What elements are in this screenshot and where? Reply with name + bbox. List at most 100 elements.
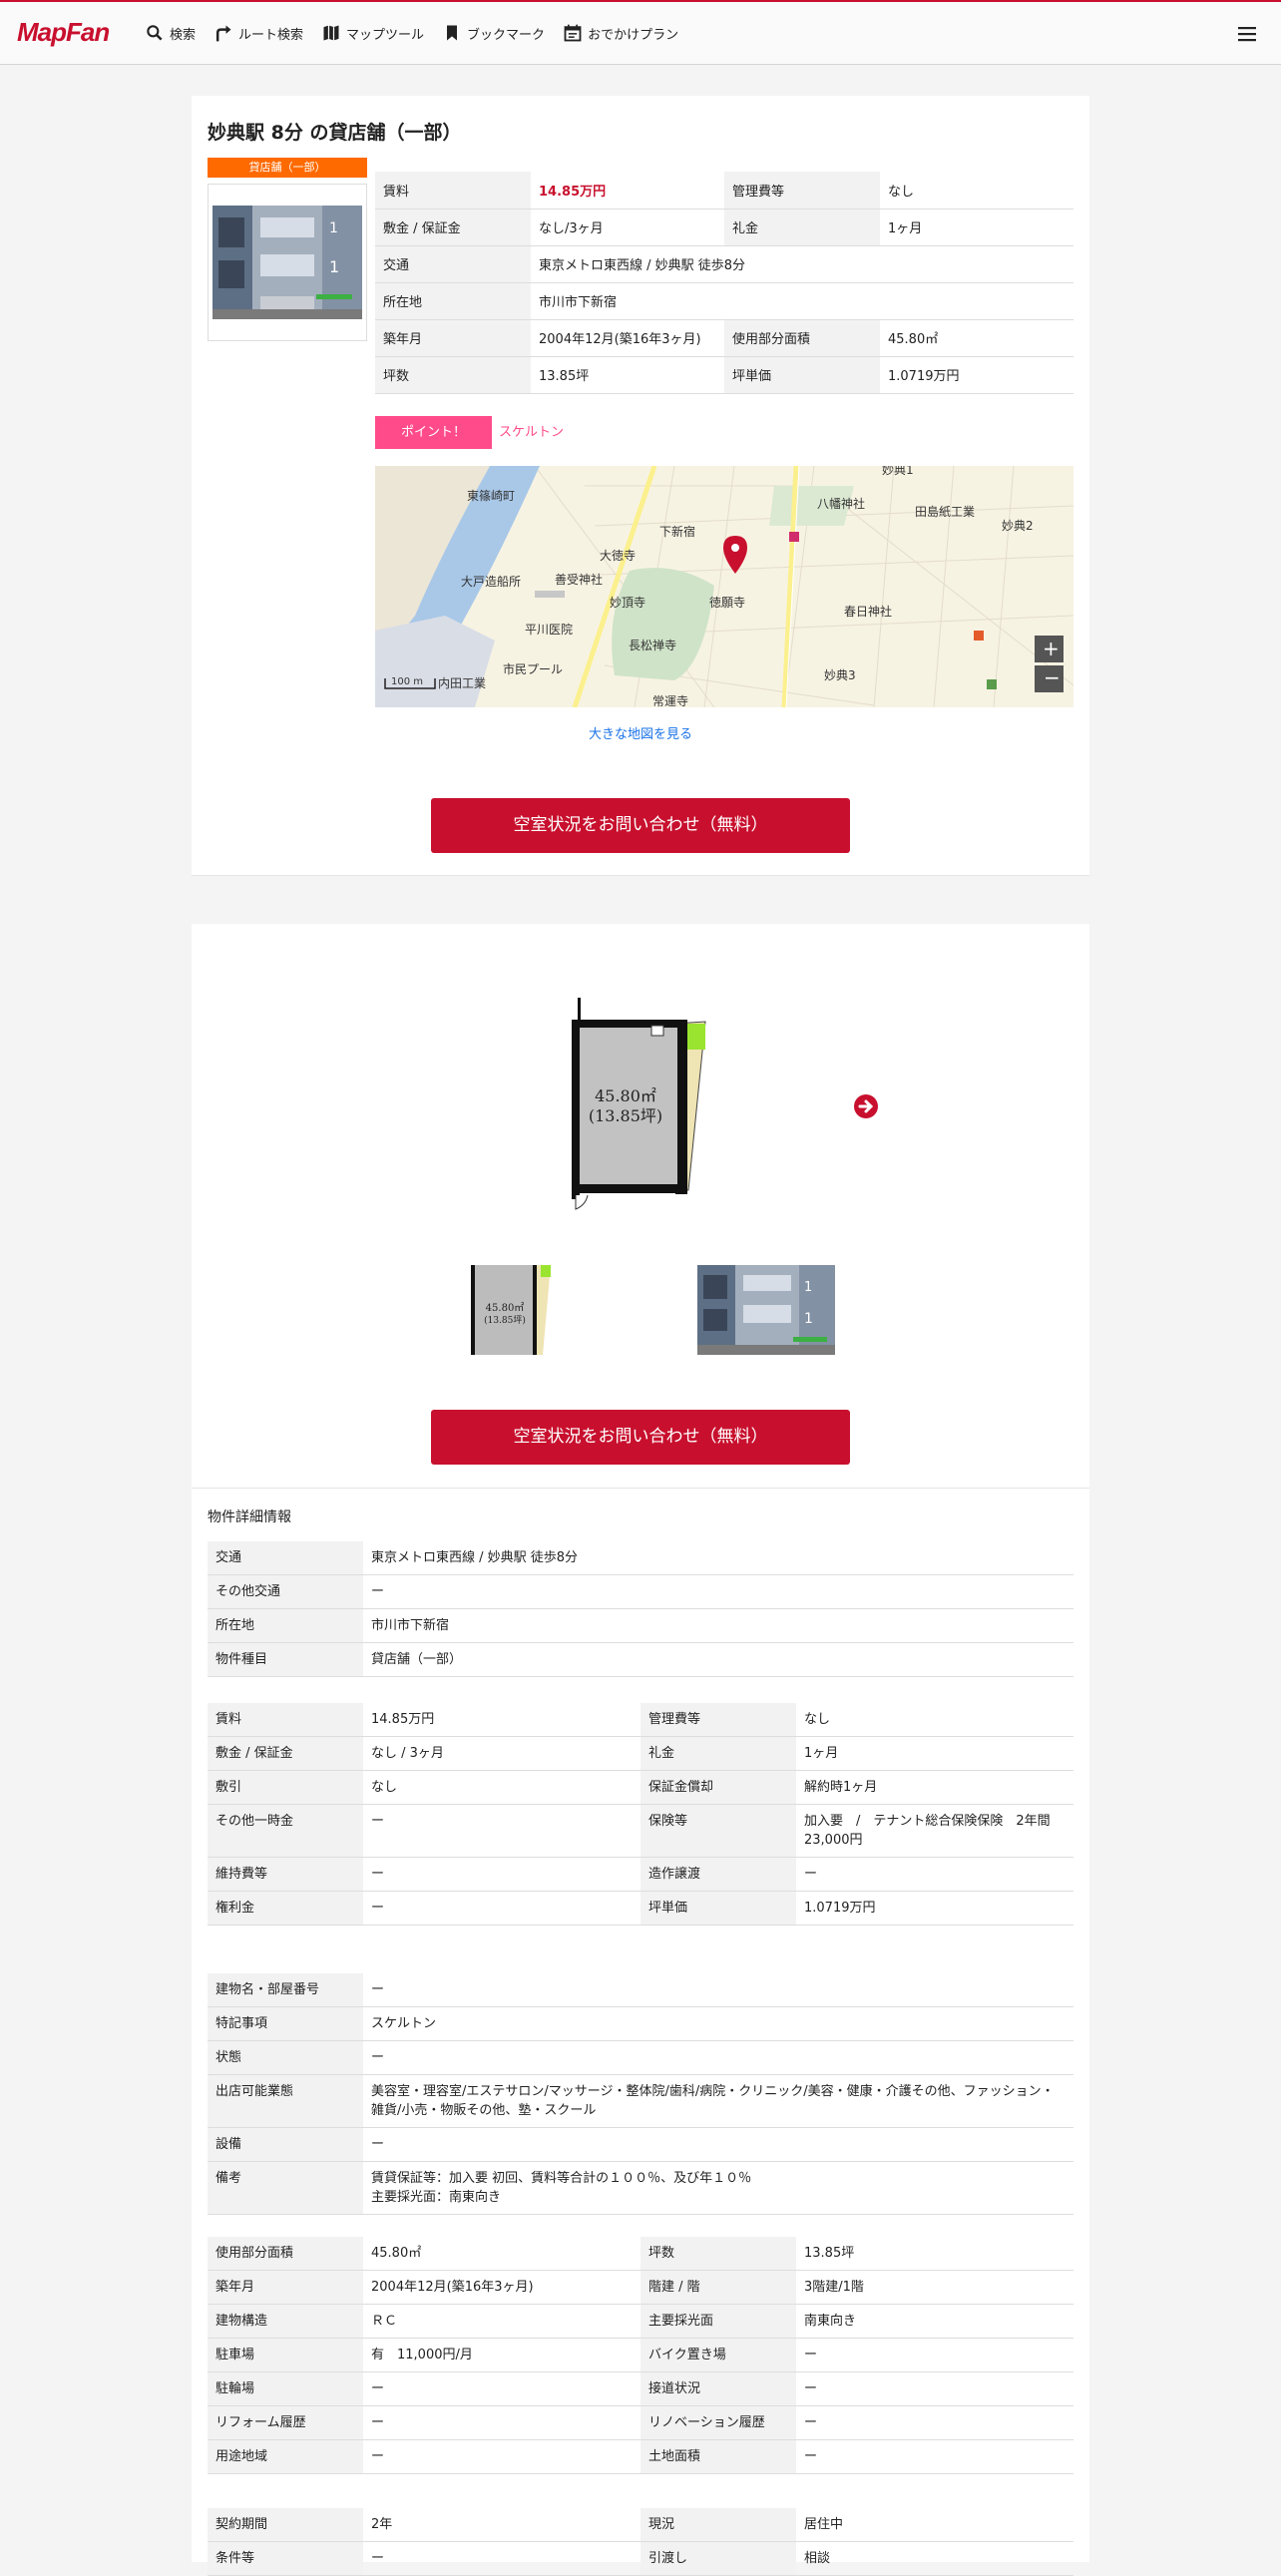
svg-text:田島紙工業: 田島紙工業 (915, 504, 975, 519)
floorplan-thumbnail[interactable]: 45.80㎡ (13.85坪) (467, 1263, 559, 1355)
location-map[interactable]: 東篠崎町 八幡神社 田島紙工業 妙典2 下新宿 大徳寺 大戸造船所 善受神社 妙… (375, 466, 1073, 707)
listing-summary-card: 妙典駅 8分 の貸店舗（一部） 貸店舗（一部） 1 1 賃料 14.85万円 管… (192, 96, 1089, 876)
next-image-arrow-icon[interactable] (853, 1093, 879, 1119)
summary-table: 賃料 14.85万円 管理費等 なし 敷金 / 保証金 なし/3ヶ月 礼金 1ヶ… (375, 172, 1073, 394)
building-photo-thumbnail[interactable]: 1 1 (697, 1265, 835, 1355)
svg-text:45.80㎡: 45.80㎡ (595, 1086, 656, 1105)
table-row: 設備ー (208, 2127, 1073, 2162)
svg-text:長松禅寺: 長松禅寺 (629, 639, 676, 652)
table-row: リフォーム履歴ーリノベーション履歴ー (208, 2405, 1073, 2440)
svg-text:大徳寺: 大徳寺 (600, 548, 636, 563)
table-row: 用途地域ー土地面積ー (208, 2439, 1073, 2474)
divider (192, 1488, 1089, 1489)
building-photo: 1 1 (213, 206, 362, 319)
main-nav: 検索 ルート検索 マップツール ブックマーク おでかけプラン (145, 23, 696, 43)
table-row: 維持費等ー造作譲渡ー (208, 1857, 1073, 1892)
table-row: 築年月 2004年12月(築16年3ヶ月) 階建 / 階 3階建/1階 (208, 2270, 1073, 2305)
nav-route-search[interactable]: ルート検索 (214, 23, 303, 43)
svg-text:(13.85坪): (13.85坪) (484, 1315, 526, 1326)
svg-text:45.80㎡: 45.80㎡ (486, 1302, 525, 1314)
table-row: 契約期間 2年 現況 居住中 (208, 2508, 1073, 2542)
table-row: 所在地 市川市下新宿 (208, 1608, 1073, 1643)
table-row: 特記事項 スケルトン (208, 2006, 1073, 2041)
inquiry-button-top[interactable]: 空室状況をお問い合わせ（無料） (431, 798, 850, 853)
svg-text:内田工業: 内田工業 (438, 676, 486, 690)
mapfan-logo[interactable]: MapFan (17, 17, 123, 47)
table-row: その他交通ー (208, 1574, 1073, 1609)
svg-text:徳願寺: 徳願寺 (709, 595, 745, 610)
route-icon (215, 25, 231, 42)
table-row: 権利金ー坪単価 1.0719万円 (208, 1891, 1073, 1926)
svg-text:+: + (1043, 637, 1060, 660)
table-row: 交通 東京メトロ東西線 / 妙典駅 徒歩8分 (375, 245, 1073, 283)
table-row: 所在地 市川市下新宿 (375, 282, 1073, 320)
calendar-icon (564, 24, 582, 42)
details-table-cost: 賃料 14.85万円 管理費等 なし 敷金 / 保証金 なし / 3ヶ月 礼金 1ヶ月 敷引… (208, 1703, 1073, 1926)
nav-bookmark[interactable]: ブックマーク (442, 23, 545, 43)
divider (192, 875, 1089, 876)
svg-text:100 m: 100 m (391, 676, 423, 687)
svg-text:1: 1 (804, 1280, 812, 1295)
floorplan-main-image[interactable]: 45.80㎡ (13.85坪) (556, 996, 725, 1211)
map-canvas[interactable]: 東篠崎町 八幡神社 田島紙工業 妙典2 下新宿 大徳寺 大戸造船所 善受神社 妙… (375, 466, 1073, 707)
svg-text:常運寺: 常運寺 (652, 694, 688, 707)
table-row: 駐輪場ー接道状況ー (208, 2371, 1073, 2406)
app-header: MapFan 検索 ルート検索 マップツール ブックマーク おでかけプラン (0, 0, 1281, 65)
table-row: 敷金 / 保証金 なし/3ヶ月 礼金 1ヶ月 (375, 209, 1073, 246)
zoom-in-button[interactable]: + (1035, 636, 1064, 662)
table-row: 賃料 14.85万円 管理費等 なし (208, 1703, 1073, 1737)
menu-icon[interactable] (1237, 24, 1257, 44)
svg-text:東篠崎町: 東篠崎町 (467, 488, 515, 503)
point-badge: ポイント！ (375, 416, 492, 449)
svg-text:下新宿: 下新宿 (659, 524, 695, 539)
table-row: 物件種目 貸店舗（一部） (208, 1642, 1073, 1677)
svg-text:市民プール: 市民プール (503, 661, 563, 676)
svg-text:平川医院: 平川医院 (525, 623, 573, 637)
bookmark-icon (447, 25, 458, 41)
table-row: 建物名・部屋番号ー (208, 1973, 1073, 2007)
svg-text:妙頂寺: 妙頂寺 (610, 596, 645, 610)
property-thumbnail[interactable]: 1 1 (208, 184, 367, 341)
details-section-title: 物件詳細情報 (208, 1509, 291, 1525)
svg-text:−: − (1044, 665, 1061, 689)
details-table-access: 交通 東京メトロ東西線 / 妙典駅 徒歩8分 その他交通ー 所在地 市川市下新宿 物… (208, 1541, 1073, 1677)
table-row: 状態ー (208, 2040, 1073, 2075)
table-row: 条件等ー引渡し 相談 (208, 2541, 1073, 2576)
property-type-badge: 貸店舗（一部） (208, 158, 367, 178)
svg-text:八幡神社: 八幡神社 (817, 496, 865, 511)
svg-text:善受神社: 善受神社 (555, 572, 603, 587)
point-text: スケルトン (499, 425, 565, 440)
zoom-out-button[interactable]: − (1035, 665, 1064, 692)
table-row: 備考 賃貸保証等：加入要 初回、賃料等合計の１００％、及び年１０％ 主要採光面：南… (208, 2161, 1073, 2215)
table-row: 敷引 なし 保証金償却 解約時1ヶ月 (208, 1770, 1073, 1805)
svg-text:大戸造船所: 大戸造船所 (461, 575, 521, 589)
listing-details-card: 45.80㎡ (13.85坪) 45.80㎡ (13.85坪) 1 1 空室状況… (192, 924, 1089, 2576)
map-icon (323, 25, 339, 41)
svg-text:妙典2: 妙典2 (1002, 519, 1034, 533)
rent-price: 14.85万円 (531, 172, 724, 210)
table-row: 築年月 2004年12月(築16年3ヶ月) 使用部分面積 45.80㎡ (375, 319, 1073, 357)
table-row: 交通 東京メトロ東西線 / 妙典駅 徒歩8分 (208, 1541, 1073, 1575)
nav-search[interactable]: 検索 (145, 23, 196, 43)
svg-text:1: 1 (329, 257, 339, 276)
table-row: 出店可能業態 美容室・理容室/エステサロン/マッサージ・整体院/歯科/病院・クリニ… (208, 2074, 1073, 2128)
table-row: 敷金 / 保証金 なし / 3ヶ月 礼金 1ヶ月 (208, 1736, 1073, 1771)
svg-text:1: 1 (804, 1311, 813, 1327)
table-row: 賃料 14.85万円 管理費等 なし (375, 172, 1073, 210)
svg-text:春日神社: 春日神社 (844, 604, 892, 619)
svg-text:(13.85坪): (13.85坪) (589, 1106, 662, 1125)
svg-text:1: 1 (329, 220, 338, 236)
svg-text:妙典3: 妙典3 (824, 668, 856, 682)
table-row: その他一時金ー保険等 加入要 / テナント総合保険保険 2年間 23,000円 (208, 1804, 1073, 1858)
details-table-features: 建物名・部屋番号ー 特記事項 スケルトン 状態ー 出店可能業態 美容室・理容室/エス… (208, 1973, 1073, 2215)
details-table-building: 使用部分面積 45.80㎡ 坪数 13.85坪 築年月 2004年12月(築16年3ヶ月… (208, 2237, 1073, 2474)
details-table-contract: 契約期間 2年 現況 居住中 条件等ー引渡し 相談 (208, 2508, 1073, 2576)
nav-outing-plan[interactable]: おでかけプラン (563, 23, 678, 43)
table-row: 使用部分面積 45.80㎡ 坪数 13.85坪 (208, 2237, 1073, 2271)
table-row: 建物構造 ＲＣ 主要採光面 南東向き (208, 2304, 1073, 2339)
nav-map-tools[interactable]: マップツール (321, 23, 424, 43)
inquiry-button-bottom[interactable]: 空室状況をお問い合わせ（無料） (431, 1410, 850, 1465)
table-row: 駐車場有 11,000円/月 バイク置き場ー (208, 2338, 1073, 2372)
large-map-link[interactable]: 大きな地図を見る (192, 723, 1089, 742)
listing-title: 妙典駅 8分 の貸店舗（一部） (208, 122, 462, 144)
